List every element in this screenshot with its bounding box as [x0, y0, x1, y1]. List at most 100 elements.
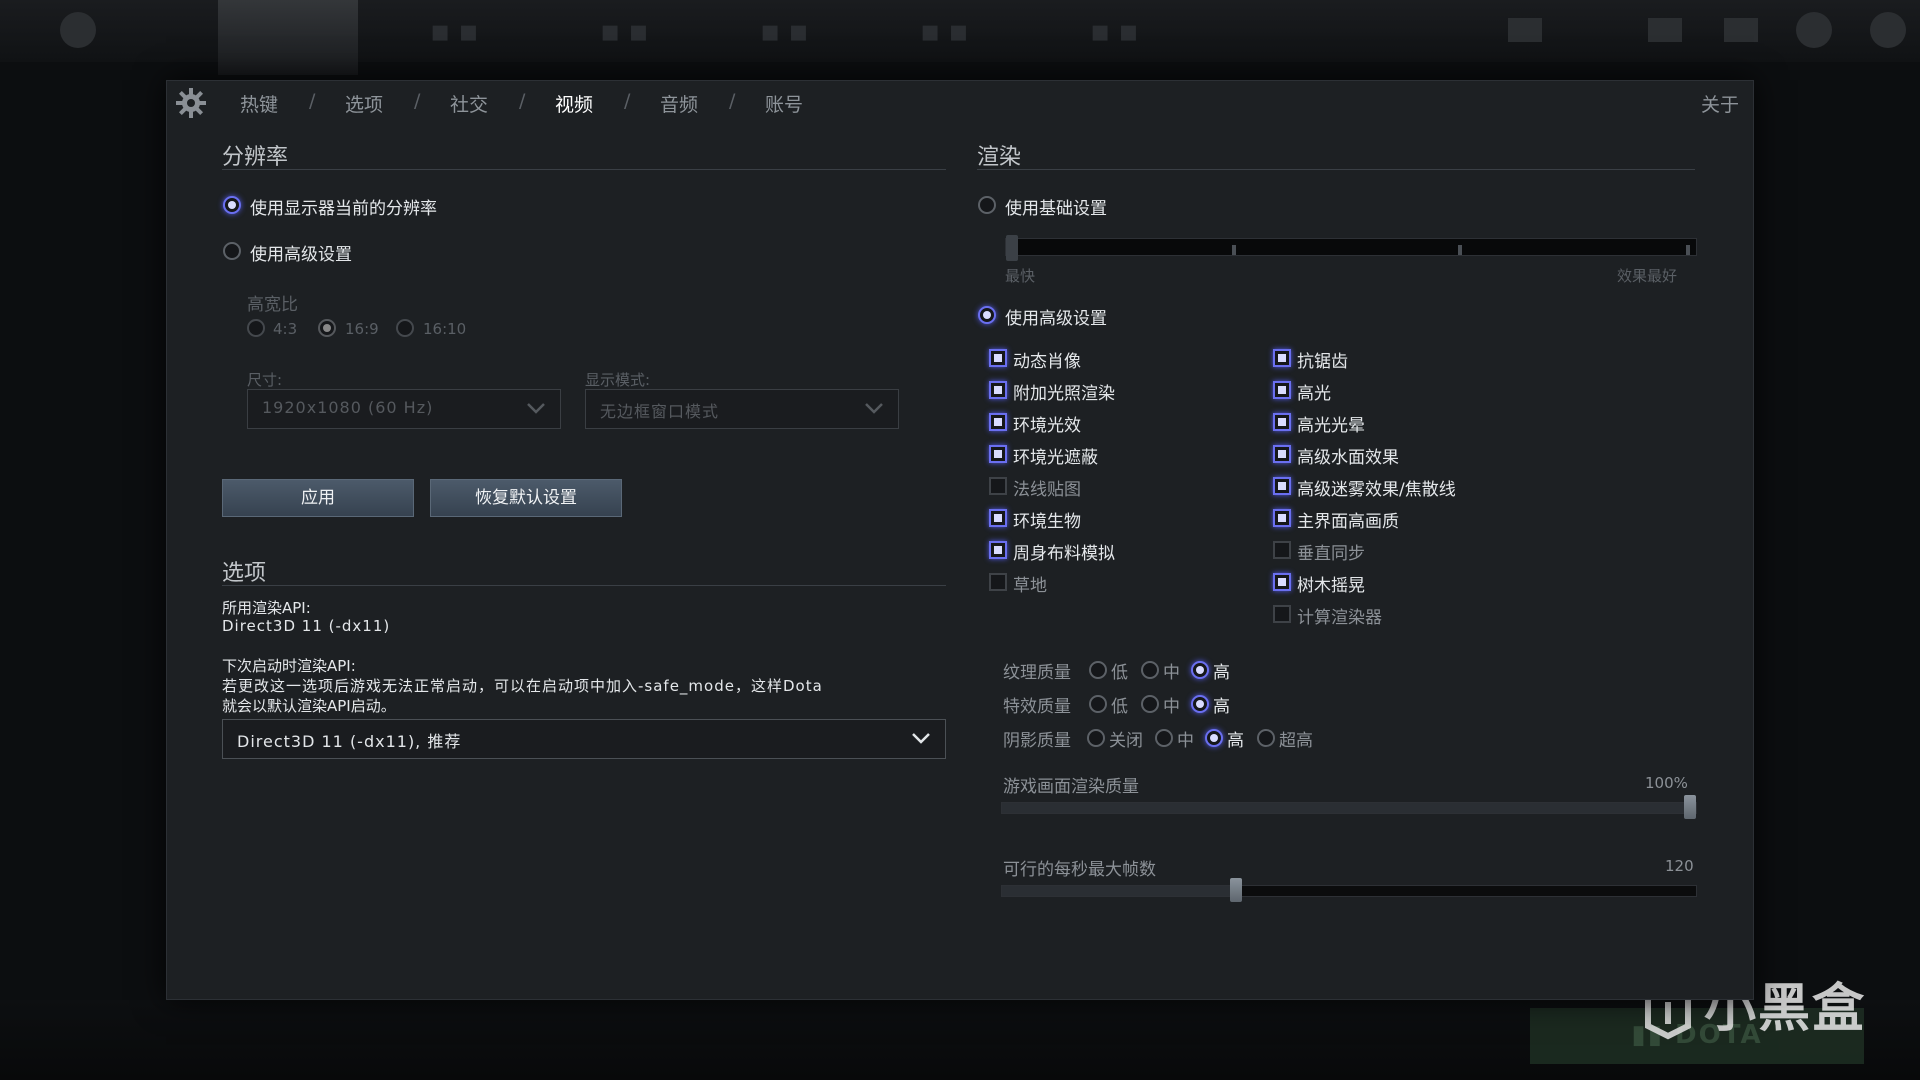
effects-low-radio[interactable]: [1089, 695, 1107, 713]
render-quality-value: 100%: [1645, 774, 1688, 792]
use-advanced-rendering-label: 使用高级设置: [1005, 309, 1107, 329]
render-option-left-checkbox[interactable]: [989, 573, 1007, 591]
basic-quality-slider[interactable]: [1005, 235, 1697, 261]
render-option-left-checkbox[interactable]: [989, 477, 1007, 495]
render-option-left-checkbox[interactable]: [989, 381, 1007, 399]
tab-separator: /: [519, 90, 526, 112]
render-option-left-checkbox[interactable]: [989, 413, 1007, 431]
texture-mid-radio[interactable]: [1141, 661, 1159, 679]
size-select[interactable]: 1920x1080 (60 Hz): [247, 389, 561, 429]
render-option-right-checkbox-label: 高光: [1297, 384, 1331, 404]
render-option-right-checkbox[interactable]: [1273, 413, 1291, 431]
effects-high-label: 高: [1213, 697, 1230, 717]
chat-icon: [1648, 18, 1682, 42]
about-link[interactable]: 关于: [1701, 90, 1739, 117]
render-option-left-checkbox[interactable]: [989, 445, 1007, 463]
render-option-right-checkbox[interactable]: [1273, 573, 1291, 591]
shadow-high-label: 高: [1227, 731, 1244, 751]
profile-icon: [1796, 12, 1832, 48]
render-option-right-checkbox[interactable]: [1273, 541, 1291, 559]
effects-mid-radio[interactable]: [1141, 695, 1159, 713]
size-label: 尺寸:: [247, 371, 283, 389]
shadow-high-radio[interactable]: [1205, 729, 1223, 747]
render-option-left-checkbox[interactable]: [989, 349, 1007, 367]
restore-defaults-button[interactable]: 恢复默认设置: [430, 479, 622, 517]
texture-high-label: 高: [1213, 663, 1230, 683]
tab-video[interactable]: 视频: [555, 90, 593, 117]
nav-ghost-5: ▪▪: [1090, 14, 1147, 49]
render-api-label: 所用渲染API:: [222, 599, 311, 617]
slider-tick: [1686, 245, 1690, 255]
max-fps-slider-thumb[interactable]: [1230, 878, 1242, 902]
texture-low-radio[interactable]: [1089, 661, 1107, 679]
nav-ghost-4: ▪▪: [920, 14, 977, 49]
shadow-mid-label: 中: [1177, 731, 1194, 751]
section-divider: [977, 169, 1695, 170]
tab-hotkeys[interactable]: 热键: [240, 90, 278, 117]
render-api-select[interactable]: Direct3D 11 (-dx11), 推荐: [222, 719, 946, 759]
game-top-bar: ▪▪ ▪▪ ▪▪ ▪▪ ▪▪: [0, 0, 1920, 75]
render-option-right-checkbox-label: 高级水面效果: [1297, 448, 1399, 468]
slider-max-label: 效果最好: [1617, 267, 1678, 285]
use-advanced-rendering-radio[interactable]: [978, 306, 996, 324]
dashboard-icon: [60, 12, 96, 48]
gear-icon[interactable]: [175, 87, 207, 119]
use-basic-settings-radio[interactable]: [978, 196, 996, 214]
slider-tick: [1232, 245, 1236, 255]
next-api-note: 若更改这一选项后游戏无法正常启动，可以在启动项中加入-safe_mode，这样D…: [222, 677, 823, 695]
max-fps-slider[interactable]: [1001, 878, 1697, 902]
render-api-value: Direct3D 11 (-dx11): [222, 617, 391, 635]
tab-separator: /: [414, 90, 421, 112]
render-option-left-checkbox-label: 环境光效: [1013, 416, 1081, 436]
use-advanced-resolution-label: 使用高级设置: [250, 245, 352, 265]
render-option-left-checkbox[interactable]: [989, 541, 1007, 559]
texture-low-label: 低: [1111, 663, 1128, 683]
chevron-down-icon: [527, 403, 545, 414]
render-quality-slider[interactable]: [1001, 795, 1697, 819]
aspect-16-10-radio[interactable]: [396, 319, 414, 337]
render-option-right-checkbox-label: 高光光晕: [1297, 416, 1365, 436]
render-option-right-checkbox-label: 垂直同步: [1297, 544, 1365, 564]
render-quality-label: 游戏画面渲染质量: [1003, 777, 1139, 797]
render-quality-slider-thumb[interactable]: [1684, 795, 1696, 819]
next-api-label: 下次启动时渲染API:: [222, 657, 356, 675]
shadow-off-radio[interactable]: [1087, 729, 1105, 747]
render-option-left-checkbox-label: 环境光遮蔽: [1013, 448, 1098, 468]
render-option-right-checkbox-label: 抗锯齿: [1297, 352, 1348, 372]
chevron-down-icon: [865, 403, 883, 414]
texture-high-radio[interactable]: [1191, 661, 1209, 679]
render-option-right-checkbox[interactable]: [1273, 445, 1291, 463]
display-mode-label: 显示模式:: [585, 371, 651, 389]
basic-quality-slider-thumb[interactable]: [1006, 235, 1018, 261]
apply-button[interactable]: 应用: [222, 479, 414, 517]
tab-account[interactable]: 账号: [765, 90, 803, 117]
render-option-right-checkbox[interactable]: [1273, 477, 1291, 495]
render-option-right-checkbox[interactable]: [1273, 349, 1291, 367]
render-option-left-checkbox[interactable]: [989, 509, 1007, 527]
aspect-4-3-radio[interactable]: [247, 319, 265, 337]
use-advanced-resolution-radio[interactable]: [223, 242, 241, 260]
avatar: [1870, 12, 1906, 48]
rendering-title: 渲染: [977, 145, 1022, 170]
shadow-mid-radio[interactable]: [1155, 729, 1173, 747]
render-option-right-checkbox[interactable]: [1273, 509, 1291, 527]
shadow-off-label: 关闭: [1109, 731, 1143, 751]
max-fps-slider-fill: [1002, 886, 1236, 896]
use-basic-settings-label: 使用基础设置: [1005, 199, 1107, 219]
tab-options[interactable]: 选项: [345, 90, 383, 117]
effects-quality-label: 特效质量: [1003, 697, 1071, 717]
render-option-right-checkbox[interactable]: [1273, 381, 1291, 399]
shadow-ultra-radio[interactable]: [1257, 729, 1275, 747]
use-current-resolution-label: 使用显示器当前的分辨率: [250, 199, 437, 219]
render-option-right-checkbox[interactable]: [1273, 605, 1291, 623]
max-fps-value: 120: [1665, 857, 1694, 875]
aspect-16-9-radio[interactable]: [318, 319, 336, 337]
slider-min-label: 最快: [1005, 267, 1036, 285]
effects-high-radio[interactable]: [1191, 695, 1209, 713]
tab-separator: /: [729, 90, 736, 112]
use-current-resolution-radio[interactable]: [223, 196, 241, 214]
display-mode-select[interactable]: 无边框窗口模式: [585, 389, 899, 429]
tab-audio[interactable]: 音频: [660, 90, 698, 117]
effects-low-label: 低: [1111, 697, 1128, 717]
tab-social[interactable]: 社交: [450, 90, 488, 117]
